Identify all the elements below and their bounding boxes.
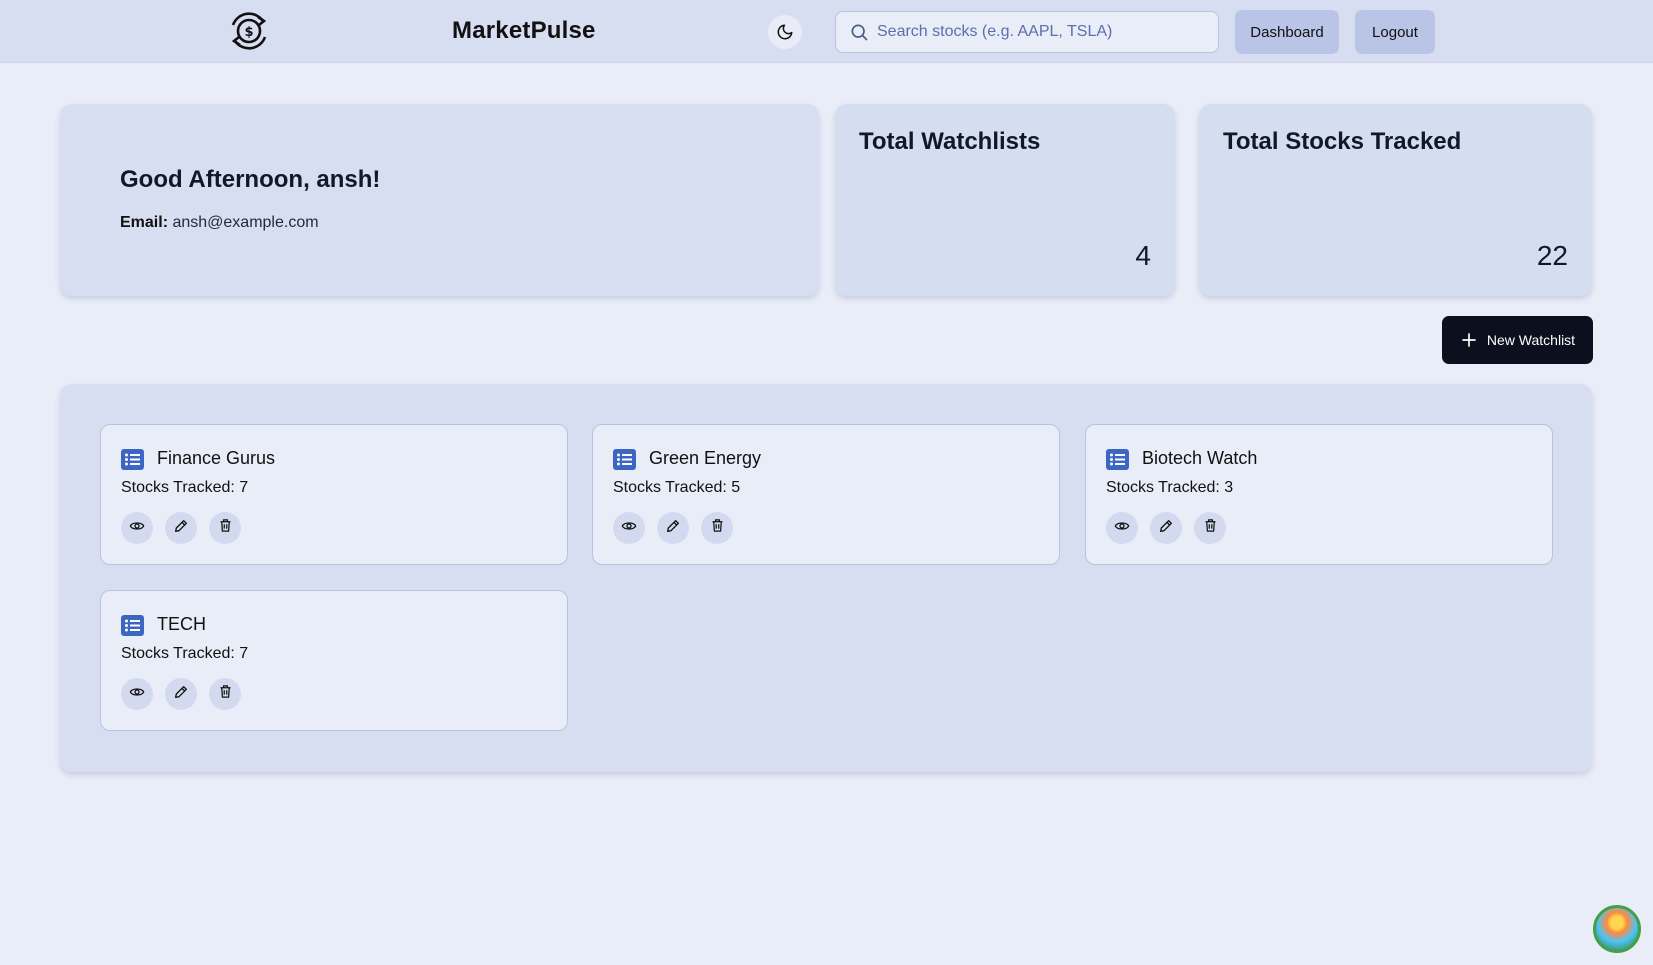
view-button[interactable]: [121, 678, 153, 710]
total-watchlists-value: 4: [1135, 240, 1151, 271]
watchlist-count: Stocks Tracked: 7: [121, 645, 249, 662]
pencil-icon: [173, 684, 189, 705]
list-icon: [121, 615, 144, 636]
watchlist-actions: [1106, 512, 1226, 544]
dashboard-button[interactable]: Dashboard: [1235, 10, 1339, 54]
pencil-icon: [1158, 518, 1174, 539]
watchlist-name[interactable]: Biotech Watch: [1142, 448, 1257, 469]
delete-button[interactable]: [209, 512, 241, 544]
eye-icon: [621, 518, 637, 539]
watchlist-card[interactable]: Finance Gurus Stocks Tracked: 7: [100, 424, 568, 565]
view-button[interactable]: [1106, 512, 1138, 544]
watchlist-name[interactable]: Green Energy: [649, 448, 761, 469]
eye-icon: [1114, 518, 1130, 539]
currency-exchange-icon[interactable]: $: [228, 12, 270, 50]
trash-icon: [218, 684, 233, 704]
moon-icon: [777, 24, 793, 40]
list-icon: [613, 449, 636, 470]
pencil-icon: [173, 518, 189, 539]
watchlist-name[interactable]: TECH: [157, 614, 206, 635]
search-input[interactable]: [877, 23, 1207, 41]
watchlist-count: Stocks Tracked: 7: [121, 479, 249, 496]
list-icon: [121, 449, 144, 470]
eye-icon: [129, 684, 145, 705]
svg-text:$: $: [244, 25, 253, 40]
view-button[interactable]: [121, 512, 153, 544]
new-watchlist-button[interactable]: New Watchlist: [1442, 316, 1593, 364]
watchlist-card[interactable]: Biotech Watch Stocks Tracked: 3: [1085, 424, 1553, 565]
logout-button[interactable]: Logout: [1355, 10, 1435, 54]
stock-search-box[interactable]: [835, 11, 1219, 53]
trash-icon: [710, 518, 725, 538]
watchlist-card[interactable]: TECH Stocks Tracked: 7: [100, 590, 568, 731]
greeting-heading: Good Afternoon, ansh!: [120, 166, 381, 193]
edit-button[interactable]: [165, 678, 197, 710]
trash-icon: [218, 518, 233, 538]
email-row: Email: ansh@example.com: [120, 214, 319, 232]
watchlist-card[interactable]: Green Energy Stocks Tracked: 5: [592, 424, 1060, 565]
brand-title[interactable]: MarketPulse: [452, 17, 596, 45]
total-stocks-value: 22: [1536, 240, 1568, 271]
welcome-card: Good Afternoon, ansh! Email: ansh@exampl…: [60, 104, 819, 296]
theme-toggle-button[interactable]: [768, 15, 802, 49]
view-button[interactable]: [613, 512, 645, 544]
edit-button[interactable]: [165, 512, 197, 544]
watchlist-actions: [613, 512, 733, 544]
total-watchlists-title: Total Watchlists: [859, 128, 1041, 155]
watchlist-name[interactable]: Finance Gurus: [157, 448, 275, 469]
watchlist-actions: [121, 512, 241, 544]
total-stocks-title: Total Stocks Tracked: [1223, 128, 1462, 155]
delete-button[interactable]: [209, 678, 241, 710]
trash-icon: [1203, 518, 1218, 538]
eye-icon: [129, 518, 145, 539]
new-watchlist-label: New Watchlist: [1486, 332, 1576, 348]
watchlist-actions: [121, 678, 241, 710]
email-value: ansh@example.com: [172, 214, 319, 231]
watchlist-count: Stocks Tracked: 5: [613, 479, 741, 496]
total-stocks-card: Total Stocks Tracked 22: [1199, 104, 1592, 296]
edit-button[interactable]: [657, 512, 689, 544]
delete-button[interactable]: [1194, 512, 1226, 544]
search-icon: [849, 22, 869, 42]
pencil-icon: [665, 518, 681, 539]
email-label: Email:: [120, 214, 169, 231]
plus-icon: [1462, 333, 1476, 347]
assistant-avatar[interactable]: [1593, 905, 1641, 953]
total-watchlists-card: Total Watchlists 4: [835, 104, 1175, 296]
watchlist-count: Stocks Tracked: 3: [1106, 479, 1234, 496]
delete-button[interactable]: [701, 512, 733, 544]
top-nav-bar: $ MarketPulse Dashboard Logout: [0, 0, 1653, 63]
list-icon: [1106, 449, 1129, 470]
edit-button[interactable]: [1150, 512, 1182, 544]
